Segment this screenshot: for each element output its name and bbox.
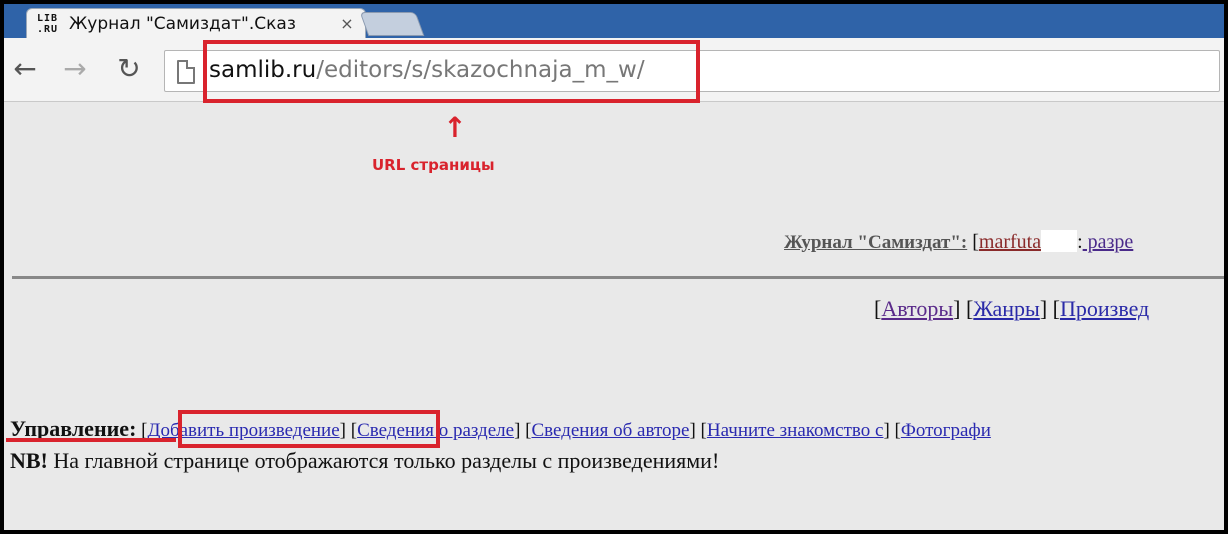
start-acquaintance-link[interactable]: Начните знакомство с: [707, 420, 884, 441]
page-icon: [177, 60, 195, 84]
nb-text: На главной странице отображаются только …: [47, 448, 720, 473]
new-tab-button[interactable]: [359, 12, 425, 36]
horizontal-divider: [12, 276, 1224, 279]
page-content: Журнал "Самиздат": [marfuta: разре [Авто…: [4, 102, 1224, 530]
reload-icon[interactable]: ↻: [114, 54, 144, 84]
browser-tab-active[interactable]: LIB .RU Журнал "Самиздат".Сказ ×: [26, 8, 366, 38]
nb-prefix: NB!: [10, 448, 48, 473]
photo-link[interactable]: Фотографи: [901, 420, 991, 441]
nav-link-works[interactable]: Произвед: [1060, 296, 1149, 321]
management-underline: [6, 438, 176, 442]
journal-name-link[interactable]: Журнал "Самиздат":: [784, 232, 967, 253]
back-arrow-icon[interactable]: ←: [10, 54, 40, 84]
add-work-highlight-box: [178, 410, 440, 448]
nav-link-genres[interactable]: Жанры: [973, 296, 1039, 321]
author-info-link[interactable]: Сведения об авторе: [531, 420, 689, 441]
redacted-block: [1041, 230, 1078, 252]
section-link[interactable]: разре: [1083, 231, 1134, 253]
screenshot-frame: LIB .RU Журнал "Самиздат".Сказ × ← → ↻ sa…: [0, 0, 1228, 534]
journal-header-line: Журнал "Самиздат": [marfuta: разре: [784, 230, 1133, 254]
user-link[interactable]: marfuta: [979, 231, 1041, 253]
nav-link-authors[interactable]: Авторы: [881, 296, 953, 321]
journal-bracket: [: [967, 231, 979, 253]
annotation-arrow-icon: ↑: [443, 111, 467, 144]
forward-arrow-icon[interactable]: →: [60, 54, 90, 84]
tab-strip: LIB .RU Журнал "Самиздат".Сказ ×: [4, 4, 1224, 38]
nb-notice: NB! На главной странице отображаются тол…: [10, 448, 719, 474]
tab-close-icon[interactable]: ×: [339, 14, 355, 33]
samlib-favicon-icon: LIB .RU: [37, 13, 59, 35]
tab-title: Журнал "Самиздат".Сказ: [69, 14, 296, 34]
url-highlight-box: [203, 40, 700, 103]
annotation-url-label: URL страницы: [372, 156, 495, 174]
site-nav-line: [Авторы] [Жанры] [Произвед: [874, 296, 1150, 321]
